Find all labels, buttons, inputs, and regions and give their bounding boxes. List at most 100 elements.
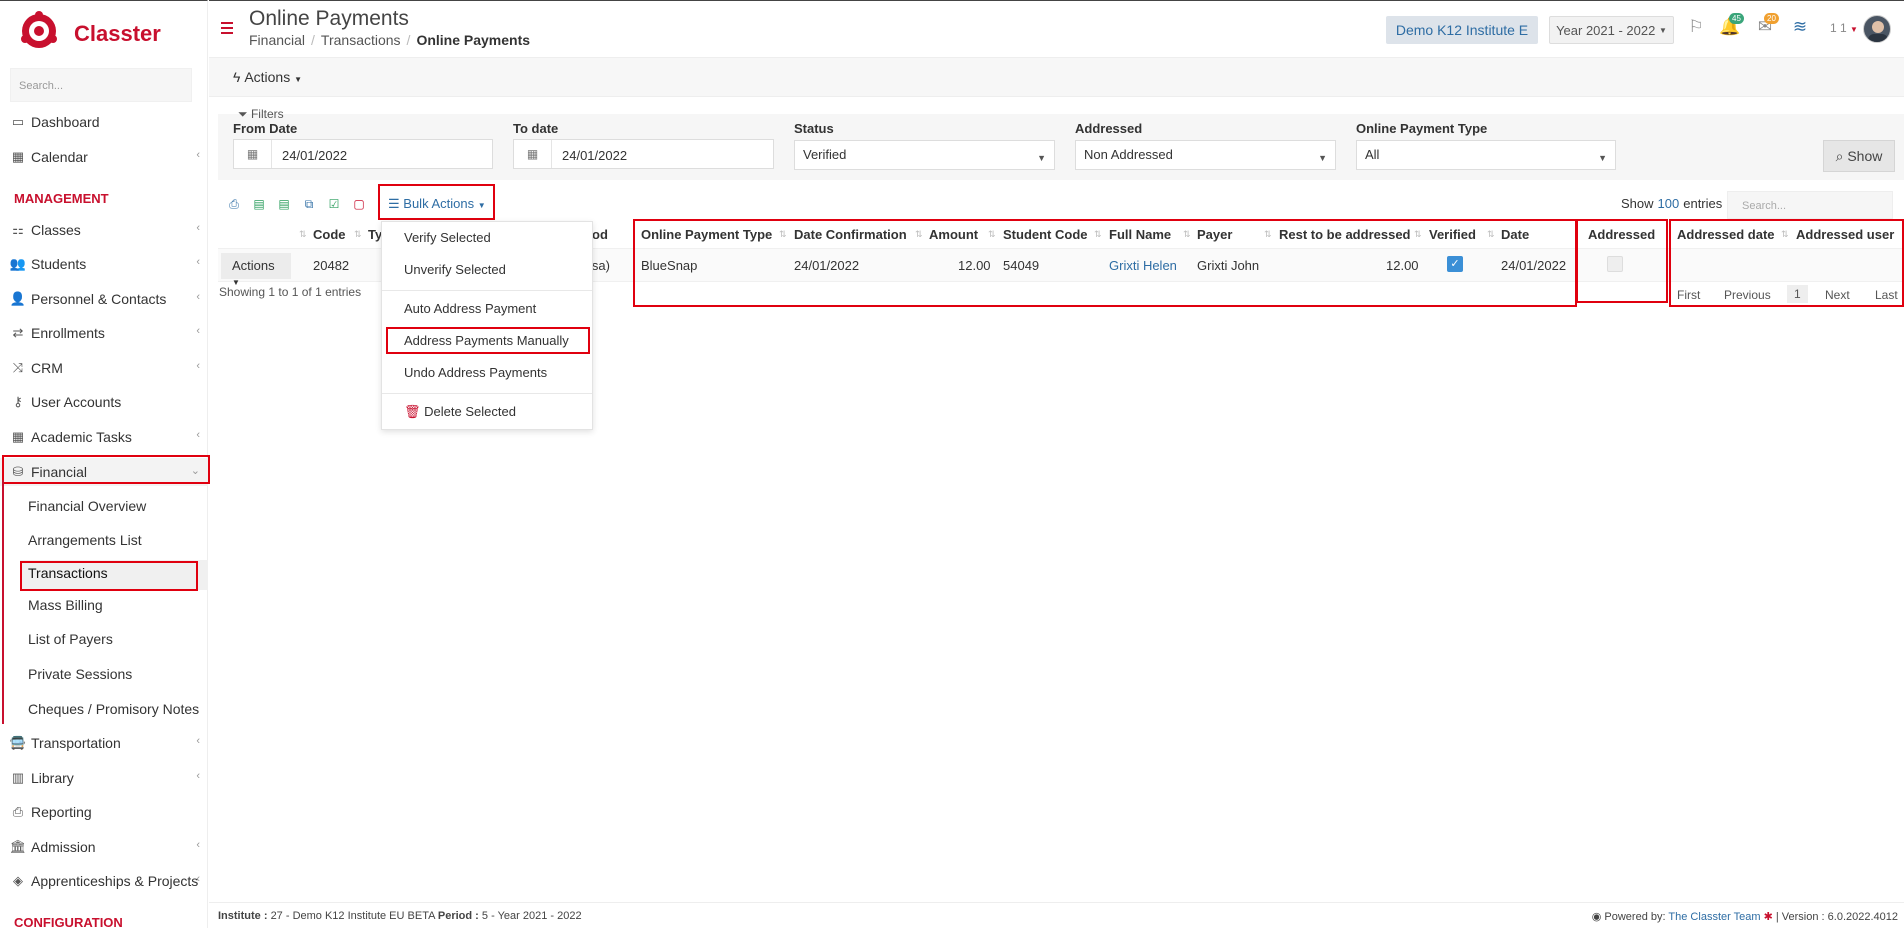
pager-previous[interactable]: Previous bbox=[1724, 288, 1771, 302]
sort-icon[interactable]: ⇅ bbox=[354, 229, 362, 240]
online-payment-type-select[interactable]: All ▼ bbox=[1356, 140, 1616, 170]
th-rest-to-be-addressed[interactable]: Rest to be addressed bbox=[1279, 227, 1411, 242]
menu-delete-selected[interactable]: 🗑 Delete Selected bbox=[404, 404, 516, 420]
caret-down-icon: ▼ bbox=[477, 201, 486, 210]
sort-icon[interactable]: ⇅ bbox=[299, 229, 307, 240]
calendar-icon[interactable]: ▦ bbox=[234, 140, 272, 168]
sidebar-item-classes[interactable]: ⚏ Classes ‹ bbox=[0, 216, 208, 244]
messages-badge: 20 bbox=[1764, 13, 1779, 24]
th-full-name[interactable]: Full Name bbox=[1109, 227, 1171, 242]
to-date-input[interactable]: ▦ 24/01/2022 bbox=[513, 139, 774, 169]
menu-undo-address-payments[interactable]: Undo Address Payments bbox=[404, 365, 547, 380]
pager-page-1[interactable]: 1 bbox=[1787, 285, 1808, 303]
print-icon[interactable]: ⎙ bbox=[227, 197, 241, 211]
sort-icon[interactable]: ⇅ bbox=[1487, 229, 1495, 240]
status-select[interactable]: Verified ▼ bbox=[794, 140, 1055, 170]
menu-address-payments-manually[interactable]: Address Payments Manually bbox=[404, 333, 569, 348]
th-method[interactable]: od bbox=[592, 227, 608, 242]
sidebar-sub-cheques[interactable]: Cheques / Promisory Notes bbox=[28, 701, 199, 717]
th-amount[interactable]: Amount bbox=[929, 227, 978, 242]
sort-icon[interactable]: ⇅ bbox=[1094, 229, 1102, 240]
menu-divider bbox=[382, 290, 592, 291]
sidebar-item-academic-tasks[interactable]: ▦ Academic Tasks ‹ bbox=[0, 423, 208, 451]
th-date[interactable]: Date bbox=[1501, 227, 1529, 242]
entries-select[interactable]: 100 bbox=[1658, 196, 1680, 211]
hamburger-menu-icon[interactable] bbox=[221, 22, 233, 34]
sidebar-item-personnel[interactable]: 👤 Personnel & Contacts ‹ bbox=[0, 285, 208, 313]
pager-next[interactable]: Next bbox=[1825, 288, 1850, 302]
th-verified[interactable]: Verified bbox=[1429, 227, 1476, 242]
sidebar-item-students[interactable]: 👥 Students ‹ bbox=[0, 250, 208, 278]
sidebar-item-enrollments[interactable]: ⇄ Enrollments ‹ bbox=[0, 319, 208, 347]
bulk-actions-button[interactable]: ☰ Bulk Actions ▼ bbox=[388, 196, 486, 212]
sidebar-sub-arrangements-list[interactable]: Arrangements List bbox=[28, 532, 142, 548]
menu-unverify-selected[interactable]: Unverify Selected bbox=[404, 262, 506, 277]
th-payer[interactable]: Payer bbox=[1197, 227, 1232, 242]
sidebar-item-library[interactable]: ▥ Library ‹ bbox=[0, 764, 208, 792]
breadcrumb-transactions[interactable]: Transactions bbox=[321, 32, 401, 48]
sidebar-sub-private-sessions[interactable]: Private Sessions bbox=[28, 666, 132, 682]
avatar[interactable] bbox=[1863, 15, 1891, 43]
menu-verify-selected[interactable]: Verify Selected bbox=[404, 230, 491, 245]
th-online-payment-type[interactable]: Online Payment Type bbox=[641, 227, 772, 242]
th-code[interactable]: Code bbox=[313, 227, 346, 242]
sort-icon[interactable]: ⇅ bbox=[1781, 229, 1789, 240]
sort-icon[interactable]: ⇅ bbox=[1264, 229, 1272, 240]
sidebar-item-financial[interactable]: ⛁ Financial ⌄ bbox=[0, 458, 208, 486]
th-addressed-user[interactable]: Addressed user bbox=[1796, 227, 1894, 242]
sidebar-item-calendar[interactable]: ▦ Calendar ‹ bbox=[0, 143, 208, 171]
sidebar-item-transportation[interactable]: 🚍 Transportation ‹ bbox=[0, 729, 208, 757]
sidebar-sub-mass-billing[interactable]: Mass Billing bbox=[28, 597, 103, 613]
sidebar-search-input[interactable]: Search... bbox=[10, 68, 192, 102]
menu-auto-address-payment[interactable]: Auto Address Payment bbox=[404, 301, 536, 316]
flag-icon[interactable]: ⚐ bbox=[1685, 17, 1707, 39]
th-student-code[interactable]: Student Code bbox=[1003, 227, 1088, 242]
sidebar-item-reporting[interactable]: ⎙ Reporting bbox=[0, 798, 208, 826]
sort-icon[interactable]: ⇅ bbox=[915, 229, 923, 240]
pager-last[interactable]: Last bbox=[1875, 288, 1898, 302]
excel-icon[interactable]: ▤ bbox=[252, 197, 266, 211]
year-selector[interactable]: Year 2021 - 2022 ▼ bbox=[1549, 16, 1674, 44]
section-configuration: CONFIGURATION bbox=[14, 915, 123, 928]
th-addressed[interactable]: Addressed bbox=[1588, 227, 1655, 242]
from-date-input[interactable]: ▦ 24/01/2022 bbox=[233, 139, 493, 169]
sort-icon[interactable]: ⇅ bbox=[1414, 229, 1422, 240]
check-all-icon[interactable]: ☑ bbox=[327, 197, 341, 211]
sort-icon[interactable]: ⇅ bbox=[1183, 229, 1191, 240]
institute-selector[interactable]: Demo K12 Institute E bbox=[1386, 16, 1538, 44]
cell-full-name-link[interactable]: Grixti Helen bbox=[1109, 258, 1177, 273]
sidebar-item-admission[interactable]: 🏛 Admission ‹ bbox=[0, 833, 208, 861]
sidebar-item-dashboard[interactable]: ▭ Dashboard bbox=[0, 108, 208, 136]
user-menu[interactable]: 1 1 ▼ bbox=[1830, 21, 1858, 35]
actions-dropdown[interactable]: ϟ Actions ▼ bbox=[233, 69, 302, 85]
pager-first[interactable]: First bbox=[1677, 288, 1700, 302]
classter-logo-icon[interactable] bbox=[19, 11, 59, 51]
addressed-label: Addressed bbox=[1075, 121, 1143, 136]
calendar-icon[interactable]: ▦ bbox=[514, 140, 552, 168]
table-search-input[interactable]: Search... bbox=[1727, 191, 1893, 219]
coins-icon: ⛁ bbox=[12, 464, 24, 479]
csv-icon[interactable]: ▤ bbox=[277, 197, 291, 211]
row-actions-dropdown[interactable]: Actions ▼ bbox=[221, 253, 291, 287]
sort-icon[interactable]: ⇅ bbox=[988, 229, 996, 240]
addressed-select[interactable]: Non Addressed ▼ bbox=[1075, 140, 1336, 170]
footer-team-link[interactable]: The Classter Team bbox=[1668, 911, 1760, 923]
sidebar-item-user-accounts[interactable]: ⚷ User Accounts bbox=[0, 388, 208, 416]
addressed-checkbox[interactable] bbox=[1607, 256, 1623, 272]
sidebar-sub-list-of-payers[interactable]: List of Payers bbox=[28, 631, 113, 647]
breadcrumb-financial[interactable]: Financial bbox=[249, 32, 305, 48]
filters-title[interactable]: ⏷ Filters bbox=[238, 107, 284, 122]
sidebar-sub-transactions[interactable]: Transactions bbox=[28, 565, 108, 581]
th-addressed-date[interactable]: Addressed date bbox=[1677, 227, 1775, 242]
uncheck-all-icon[interactable]: ▢ bbox=[352, 197, 366, 211]
verified-checkbox[interactable]: ✓ bbox=[1447, 256, 1463, 272]
copy-icon[interactable]: ⧉ bbox=[302, 197, 316, 211]
sidebar-item-crm[interactable]: ⤨ CRM ‹ bbox=[0, 354, 208, 382]
th-date-confirmation[interactable]: Date Confirmation bbox=[794, 227, 907, 242]
cell-date-confirmation: 24/01/2022 bbox=[794, 258, 860, 273]
layers-icon[interactable]: ≋ bbox=[1789, 17, 1811, 39]
sort-icon[interactable]: ⇅ bbox=[779, 229, 787, 240]
sidebar-sub-financial-overview[interactable]: Financial Overview bbox=[28, 498, 146, 514]
sidebar-item-apprenticeships[interactable]: ◈ Apprenticeships & Projects ‹ bbox=[0, 867, 208, 895]
show-button[interactable]: ⌕ Show bbox=[1823, 140, 1895, 172]
